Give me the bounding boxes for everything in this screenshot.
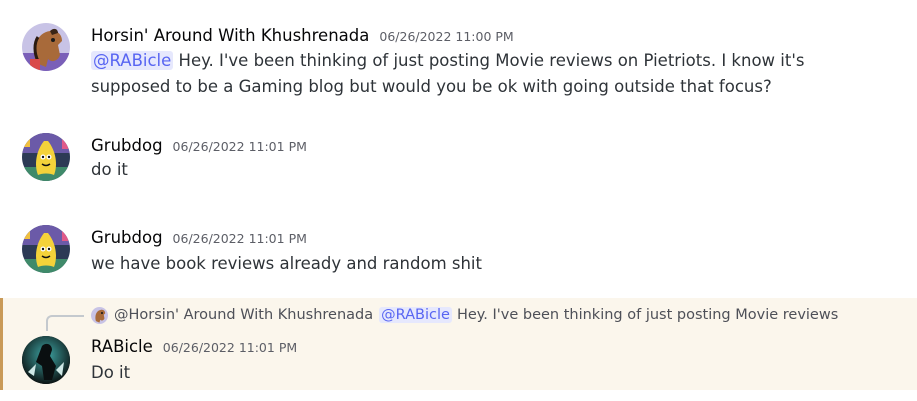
message-header: Grubdog 06/26/2022 11:01 PM bbox=[91, 228, 307, 247]
chat-message-list: Horsin' Around With Khushrenada 06/26/20… bbox=[0, 0, 917, 401]
message-item: Grubdog 06/26/2022 11:01 PM do it bbox=[0, 110, 917, 200]
message-text: do it bbox=[91, 160, 128, 179]
message-content: @RABicle Hey. I've been thinking of just… bbox=[91, 48, 851, 100]
user-mention[interactable]: @RABicle bbox=[91, 51, 174, 70]
timestamp[interactable]: 06/26/2022 11:01 PM bbox=[163, 340, 297, 355]
message-item: Horsin' Around With Khushrenada 06/26/20… bbox=[0, 0, 917, 110]
horse-mask-avatar[interactable] bbox=[22, 23, 70, 71]
message-text: Do it bbox=[91, 363, 131, 382]
dark-figure-avatar[interactable] bbox=[22, 336, 70, 384]
banana-avatar[interactable] bbox=[22, 133, 70, 181]
message-text: Hey. I've been thinking of just posting … bbox=[91, 51, 805, 96]
message-content: we have book reviews already and random … bbox=[91, 251, 851, 277]
timestamp[interactable]: 06/26/2022 11:01 PM bbox=[173, 231, 307, 246]
message-text: we have book reviews already and random … bbox=[91, 254, 482, 273]
username[interactable]: RABicle bbox=[91, 337, 153, 356]
timestamp[interactable]: 06/26/2022 11:01 PM bbox=[173, 139, 307, 154]
message-header: RABicle 06/26/2022 11:01 PM bbox=[91, 337, 297, 356]
username[interactable]: Horsin' Around With Khushrenada bbox=[91, 26, 369, 45]
timestamp[interactable]: 06/26/2022 11:00 PM bbox=[379, 29, 513, 44]
message-header: Grubdog 06/26/2022 11:01 PM bbox=[91, 136, 307, 155]
message-header: Horsin' Around With Khushrenada 06/26/20… bbox=[91, 26, 514, 45]
username[interactable]: Grubdog bbox=[91, 228, 163, 247]
message-content: Do it bbox=[91, 360, 851, 386]
message-content: do it bbox=[91, 157, 851, 183]
message-item: Grubdog 06/26/2022 11:01 PM we have book… bbox=[0, 200, 917, 296]
message-item: RABicle 06/26/2022 11:01 PM Do it bbox=[0, 298, 917, 390]
banana-avatar[interactable] bbox=[22, 225, 70, 273]
username[interactable]: Grubdog bbox=[91, 136, 163, 155]
